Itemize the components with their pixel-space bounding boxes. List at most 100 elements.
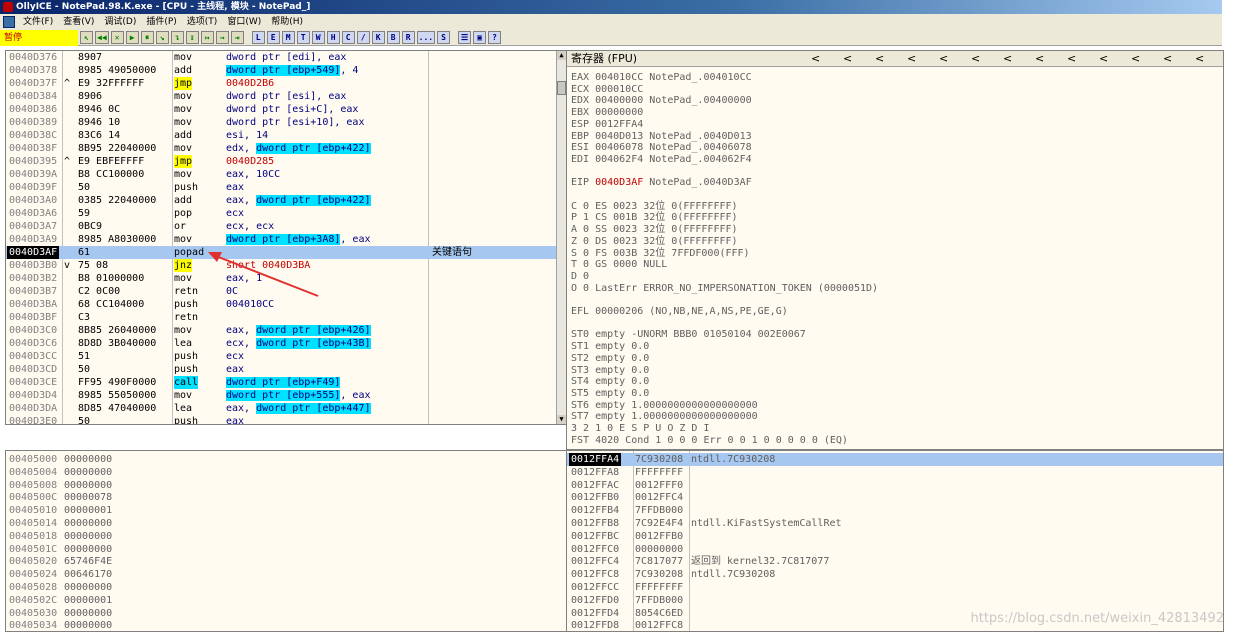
toolbar-button-s[interactable]: S bbox=[437, 31, 451, 44]
collapse-chevron-icon[interactable]: < bbox=[1003, 51, 1012, 67]
disasm-row[interactable]: 0040D38F 8B95 22040000 mov edx, dword ptr [… bbox=[6, 142, 566, 155]
disasm-row[interactable]: 0040D389 8946 10 mov dword ptr [esi+10], ea… bbox=[6, 116, 566, 129]
execute-till-return-icon[interactable]: → bbox=[215, 31, 229, 44]
toolbar-button-more[interactable]: ... bbox=[416, 31, 436, 44]
toolbar-button-w[interactable]: W bbox=[311, 31, 325, 44]
memory-dump-pane[interactable]: 00405000 00000000 00405004 00000000 00405008… bbox=[5, 450, 567, 632]
scroll-up-icon[interactable]: ▲ bbox=[566, 451, 567, 460]
dump-row[interactable]: 00405000 00000000 bbox=[6, 453, 566, 466]
disasm-row[interactable]: 0040D3CD 50 push eax bbox=[6, 363, 566, 376]
stack-row[interactable]: 0012FFB0 0012FFC4 bbox=[567, 491, 1223, 504]
disasm-row[interactable]: 0040D386 8946 0C mov dword ptr [esi+C], eax bbox=[6, 103, 566, 116]
disasm-row[interactable]: 0040D3E0 50 push eax bbox=[6, 415, 566, 424]
close-icon[interactable]: ✕ bbox=[110, 31, 124, 44]
stack-row[interactable]: 0012FFB8 7C92E4F4 ntdll.KiFastSystemCallRe… bbox=[567, 517, 1223, 530]
dump-row[interactable]: 0040500C 00000078 bbox=[6, 491, 566, 504]
registers-pane[interactable]: 寄存器 (FPU) < < < < < < < < < < < < < EAX 004010CC Not… bbox=[566, 50, 1224, 450]
stack-row[interactable]: 0012FFB4 7FFDB000 bbox=[567, 504, 1223, 517]
disasm-row[interactable]: 0040D376 8907 mov dword ptr [edi], eax bbox=[6, 51, 566, 64]
disasm-row[interactable]: 0040D395 ^ E9 EBFEFFFF jmp 0040D285 bbox=[6, 155, 566, 168]
disasm-row[interactable]: 0040D3C0 8B85 26040000 mov eax, dword ptr [… bbox=[6, 324, 566, 337]
stack-row[interactable]: 0012FFAC 0012FFF0 bbox=[567, 479, 1223, 492]
collapse-chevron-icon[interactable]: < bbox=[811, 51, 820, 67]
step-over-icon[interactable]: ↴ bbox=[170, 31, 184, 44]
disassembly-scrollbar[interactable]: ▲ ▼ bbox=[556, 51, 566, 424]
disasm-row[interactable]: 0040D3B7 C2 0C00 retn 0C bbox=[6, 285, 566, 298]
menu-options[interactable]: 选项(T) bbox=[182, 14, 223, 30]
stack-row[interactable]: 0012FFC4 7C817077 返回到 kernel32.7C817077 bbox=[567, 555, 1223, 568]
scroll-thumb[interactable] bbox=[557, 81, 566, 95]
stack-row[interactable]: 0012FFCC FFFFFFFF bbox=[567, 581, 1223, 594]
scroll-up-icon[interactable]: ▲ bbox=[557, 51, 566, 60]
trace-over-icon[interactable]: ↦ bbox=[200, 31, 214, 44]
disasm-row[interactable]: 0040D378 8985 49050000 add dword ptr [ebp+5… bbox=[6, 64, 566, 77]
step-into-icon[interactable]: ↘ bbox=[155, 31, 169, 44]
collapse-chevron-icon[interactable]: < bbox=[1131, 51, 1140, 67]
toolbar-button-m[interactable]: M bbox=[281, 31, 295, 44]
disasm-row[interactable]: 0040D3A7 0BC9 or ecx, ecx bbox=[6, 220, 566, 233]
dump-row[interactable]: 00405034 00000000 bbox=[6, 619, 566, 631]
toolbar-button-h[interactable]: H bbox=[326, 31, 340, 44]
stack-scrollbar[interactable]: ▲ bbox=[566, 451, 567, 631]
dump-row[interactable]: 00405004 00000000 bbox=[6, 466, 566, 479]
scroll-down-icon[interactable]: ▼ bbox=[557, 415, 566, 424]
disasm-row[interactable]: 0040D3CC 51 push ecx bbox=[6, 350, 566, 363]
disasm-row[interactable]: 0040D3B0 v 75 08 jnz short 0040D3BA bbox=[6, 259, 566, 272]
dump-row[interactable]: 00405028 00000000 bbox=[6, 581, 566, 594]
trace-into-icon[interactable]: ↧ bbox=[185, 31, 199, 44]
dump-row[interactable]: 00405020 65746F4E bbox=[6, 555, 566, 568]
disasm-row[interactable]: 0040D38C 83C6 14 add esi, 14 bbox=[6, 129, 566, 142]
disasm-row[interactable]: 0040D3CE FF95 490F0000 call dword ptr [ebp+… bbox=[6, 376, 566, 389]
rewind-icon[interactable]: ◀◀ bbox=[95, 31, 109, 44]
stack-row[interactable]: 0012FFC8 7C930208 ntdll.7C930208 bbox=[567, 568, 1223, 581]
dump-row[interactable]: 00405010 00000001 bbox=[6, 504, 566, 517]
register-line[interactable]: O 0 LastErr ERROR_NO_IMPERSONATION_TOKEN… bbox=[571, 282, 878, 295]
help-icon[interactable]: ? bbox=[488, 31, 502, 44]
menu-window[interactable]: 窗口(W) bbox=[222, 14, 266, 30]
disasm-row[interactable]: 0040D3A0 0385 22040000 add eax, dword ptr [… bbox=[6, 194, 566, 207]
collapse-chevron-icon[interactable]: < bbox=[971, 51, 980, 67]
collapse-chevron-icon[interactable]: < bbox=[1163, 51, 1172, 67]
stack-row[interactable]: 0012FFA8 FFFFFFFF bbox=[567, 466, 1223, 479]
stack-row[interactable]: 0012FFD0 7FFDB000 bbox=[567, 594, 1223, 607]
disasm-row[interactable]: 0040D3C6 8D8D 3B040000 lea ecx, dword ptr [… bbox=[6, 337, 566, 350]
disasm-row[interactable]: 0040D3D4 8985 55050000 mov dword ptr [ebp+5… bbox=[6, 389, 566, 402]
toolbar-button-e[interactable]: E bbox=[266, 31, 280, 44]
toolbar-button-c[interactable]: C bbox=[341, 31, 355, 44]
dump-row[interactable]: 00405014 00000000 bbox=[6, 517, 566, 530]
disasm-row[interactable]: 0040D3BA 68 CC104000 push 004010CC bbox=[6, 298, 566, 311]
register-line[interactable]: FST 4020 Cond 1 0 0 0 Err 0 0 1 0 0 0 0 … bbox=[571, 434, 848, 447]
run-icon[interactable]: ▶ bbox=[125, 31, 139, 44]
menu-plugins[interactable]: 插件(P) bbox=[141, 14, 181, 30]
collapse-chevron-icon[interactable]: < bbox=[843, 51, 852, 67]
toolbar-button-l[interactable]: L bbox=[251, 31, 265, 44]
stack-pane[interactable]: 0012FFA4 7C930208 ntdll.7C930208 0012FFA8 FF… bbox=[566, 450, 1224, 632]
disasm-row[interactable]: 0040D37F ^ E9 32FFFFFF jmp 0040D2B6 bbox=[6, 77, 566, 90]
disasm-row[interactable]: 0040D3A9 8985 A8030000 mov dword ptr [ebp+3… bbox=[6, 233, 566, 246]
menu-view[interactable]: 查看(V) bbox=[58, 14, 99, 30]
toolbar-button-t[interactable]: T bbox=[296, 31, 310, 44]
dump-row[interactable]: 0040501C 00000000 bbox=[6, 543, 566, 556]
disasm-row[interactable]: 0040D3B2 B8 01000000 mov eax, 1 bbox=[6, 272, 566, 285]
register-line[interactable]: EFL 00000206 (NO,NB,NE,A,NS,PE,GE,G) bbox=[571, 305, 788, 318]
dump-row[interactable]: 00405008 00000000 bbox=[6, 479, 566, 492]
menu-file[interactable]: 文件(F) bbox=[18, 14, 58, 30]
toolbar-button-k[interactable]: K bbox=[371, 31, 385, 44]
list-icon[interactable]: ☰ bbox=[458, 31, 472, 44]
collapse-chevron-icon[interactable]: < bbox=[1067, 51, 1076, 67]
dump-row[interactable]: 00405018 00000000 bbox=[6, 530, 566, 543]
disasm-row[interactable]: 0040D3A6 59 pop ecx bbox=[6, 207, 566, 220]
disasm-row[interactable]: 0040D3BF C3 retn bbox=[6, 311, 566, 324]
disasm-row[interactable]: 0040D384 8906 mov dword ptr [esi], eax bbox=[6, 90, 566, 103]
disasm-row[interactable]: 0040D39F 50 push eax bbox=[6, 181, 566, 194]
window-icon[interactable]: ▣ bbox=[473, 31, 487, 44]
register-line[interactable]: EDI 004062F4 NotePad_.004062F4 bbox=[571, 153, 752, 166]
disassembly-pane[interactable]: 0040D376 8907 mov dword ptr [edi], eax 0040D… bbox=[5, 50, 567, 425]
dump-row[interactable]: 00405030 00000000 bbox=[6, 607, 566, 620]
disasm-row[interactable]: 0040D39A B8 CC100000 mov eax, 10CC bbox=[6, 168, 566, 181]
menu-debug[interactable]: 调试(D) bbox=[99, 14, 141, 30]
collapse-chevron-icon[interactable]: < bbox=[875, 51, 884, 67]
collapse-chevron-icon[interactable]: < bbox=[1099, 51, 1108, 67]
dump-row[interactable]: 00405024 00646170 bbox=[6, 568, 566, 581]
restart-icon[interactable]: ↖ bbox=[80, 31, 93, 44]
